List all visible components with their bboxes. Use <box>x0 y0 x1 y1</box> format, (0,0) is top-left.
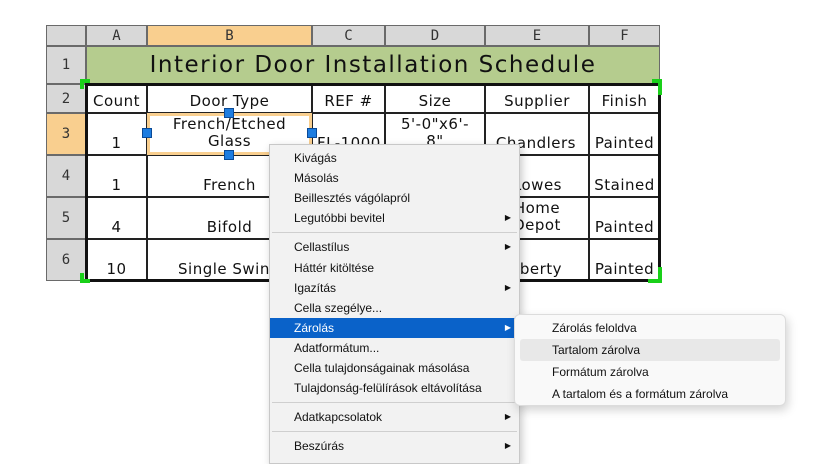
menu-item-alignment-label: Igazítás <box>294 281 337 295</box>
menu-item-cell-style-label: Cellastílus <box>294 240 350 254</box>
header-size[interactable]: Size <box>385 84 485 113</box>
submenu-arrow-icon: ▶ <box>504 412 511 421</box>
cell-a3[interactable]: 1 <box>86 113 147 155</box>
submenu-item-unlocked[interactable]: Zárolás feloldva <box>520 317 780 339</box>
cell-grip-top[interactable] <box>224 108 234 118</box>
header-supplier[interactable]: Supplier <box>485 84 589 113</box>
menu-item-cut[interactable]: Kivágás <box>270 148 519 168</box>
menu-item-insert-label: Beszúrás <box>294 439 345 453</box>
menu-item-data-links[interactable]: Adatkapcsolatok ▶ <box>270 407 519 427</box>
cell-grip-right[interactable] <box>307 128 317 138</box>
submenu-arrow-icon: ▶ <box>504 441 511 450</box>
menu-item-copy[interactable]: Másolás <box>270 168 519 188</box>
corner-handle-top-right[interactable] <box>652 79 662 95</box>
table-title[interactable]: Interior Door Installation Schedule <box>86 46 660 84</box>
cell-a5[interactable]: 4 <box>86 197 147 239</box>
menu-separator <box>272 431 517 432</box>
column-header-c[interactable]: C <box>312 25 385 46</box>
menu-item-alignment[interactable]: Igazítás ▶ <box>270 278 519 298</box>
column-header-a[interactable]: A <box>86 25 147 46</box>
cell-grip-left[interactable] <box>142 128 152 138</box>
corner-handle-bottom-left[interactable] <box>80 273 90 283</box>
menu-item-locking[interactable]: Zárolás ▶ <box>270 318 519 338</box>
row-header-4[interactable]: 4 <box>46 155 86 197</box>
menu-item-remove-overrides[interactable]: Tulajdonság-felülírások eltávolítása <box>270 378 519 398</box>
column-header-f[interactable]: F <box>589 25 660 46</box>
context-menu: Kivágás Másolás Beillesztés vágólapról L… <box>269 144 520 464</box>
cell-grip-bottom[interactable] <box>224 150 234 160</box>
corner-handle-bottom-right[interactable] <box>648 267 662 283</box>
menu-item-locking-label: Zárolás <box>294 321 335 335</box>
menu-item-paste[interactable]: Beillesztés vágólapról <box>270 188 519 208</box>
cell-d3-line1: 5'-0"x6'- <box>401 115 469 133</box>
menu-item-match-cell[interactable]: Cella tulajdonságainak másolása <box>270 358 519 378</box>
menu-item-background-fill[interactable]: Háttér kitöltése <box>270 258 519 278</box>
menu-item-recent-input-label: Legutóbbi bevitel <box>294 211 385 225</box>
corner-handle-top-left[interactable] <box>80 79 90 89</box>
cell-a4[interactable]: 1 <box>86 155 147 197</box>
menu-item-data-links-label: Adatkapcsolatok <box>294 410 383 424</box>
cell-a6[interactable]: 10 <box>86 239 147 281</box>
header-count[interactable]: Count <box>86 84 147 113</box>
submenu-item-format-locked[interactable]: Formátum zárolva <box>520 361 780 383</box>
header-finish[interactable]: Finish <box>589 84 660 113</box>
cell-e5-line1: Home <box>513 199 561 217</box>
submenu-item-content-and-format-locked[interactable]: A tartalom és a formátum zárolva <box>520 383 780 405</box>
menu-item-cell-borders[interactable]: Cella szegélye... <box>270 298 519 318</box>
cell-f5[interactable]: Painted <box>589 197 660 239</box>
submenu-item-content-locked[interactable]: Tartalom zárolva <box>520 339 780 361</box>
cell-e5-line2: Depot <box>513 216 561 234</box>
cell-f4[interactable]: Stained <box>589 155 660 197</box>
cell-b3-line1: French/Etched <box>172 115 287 133</box>
menu-item-cell-style[interactable]: Cellastílus ▶ <box>270 237 519 257</box>
submenu-arrow-icon: ▶ <box>504 283 511 292</box>
header-ref[interactable]: REF # <box>312 84 385 113</box>
submenu-arrow-icon: ▶ <box>504 213 511 222</box>
menu-separator <box>272 232 517 233</box>
column-header-e[interactable]: E <box>485 25 589 46</box>
row-header-5[interactable]: 5 <box>46 197 86 239</box>
menu-item-data-format[interactable]: Adatformátum... <box>270 338 519 358</box>
column-header-d[interactable]: D <box>385 25 485 46</box>
submenu-arrow-icon: ▶ <box>504 323 511 332</box>
row-header-3[interactable]: 3 <box>46 113 86 155</box>
cell-f3[interactable]: Painted <box>589 113 660 155</box>
menu-item-insert[interactable]: Beszúrás ▶ <box>270 436 519 456</box>
submenu-arrow-icon: ▶ <box>504 242 511 251</box>
corner-header[interactable] <box>46 25 86 46</box>
menu-separator <box>272 402 517 403</box>
column-header-b[interactable]: B <box>147 25 312 46</box>
locking-submenu: Zárolás feloldva Tartalom zárolva Formát… <box>514 314 786 406</box>
cell-b3-line2: Glass <box>207 132 252 150</box>
menu-item-recent-input[interactable]: Legutóbbi bevitel ▶ <box>270 208 519 228</box>
